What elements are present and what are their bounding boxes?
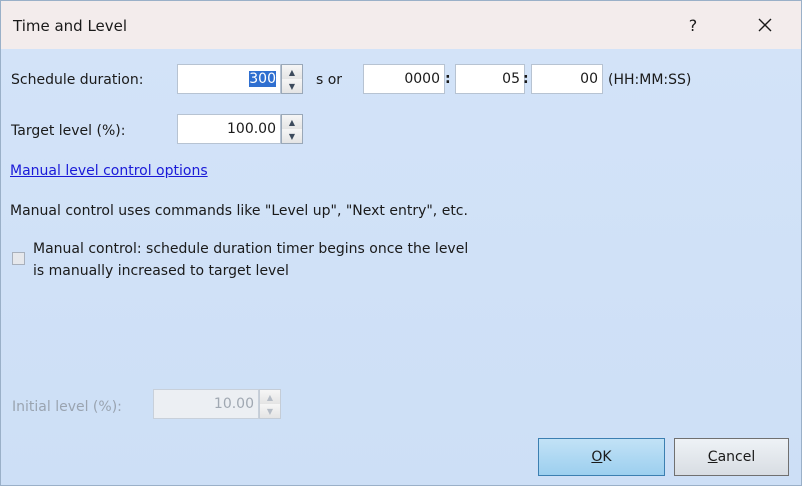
initial-level-spinner: ▲ ▼ bbox=[259, 389, 281, 419]
dialog-title: Time and Level bbox=[13, 17, 128, 35]
manual-control-checkbox-label-line2: is manually increased to target level bbox=[33, 263, 289, 279]
close-button[interactable] bbox=[743, 9, 787, 41]
cancel-button[interactable]: Cancel bbox=[674, 438, 789, 476]
hours-input[interactable]: 0000 bbox=[363, 64, 445, 94]
title-bar: Time and Level ? bbox=[1, 1, 801, 49]
spin-down-icon: ▼ bbox=[260, 404, 280, 418]
manual-level-control-link[interactable]: Manual level control options bbox=[10, 163, 208, 179]
seconds-input[interactable]: 00 bbox=[531, 64, 603, 94]
spin-down-icon[interactable]: ▼ bbox=[282, 79, 302, 93]
time-format-hint: (HH:MM:SS) bbox=[608, 72, 692, 88]
seconds-or-label: s or bbox=[316, 72, 343, 88]
minutes-seconds-separator: : bbox=[523, 71, 529, 87]
manual-control-description: Manual control uses commands like "Level… bbox=[10, 203, 468, 219]
time-and-level-dialog: Time and Level ? Schedule duration: 300 … bbox=[0, 0, 802, 486]
spin-up-icon: ▲ bbox=[260, 390, 280, 405]
initial-level-label: Initial level (%): bbox=[12, 399, 122, 415]
target-level-spinner[interactable]: ▲ ▼ bbox=[281, 114, 303, 144]
dialog-content: Schedule duration: 300 ▲ ▼ s or 0000 : 0… bbox=[1, 49, 801, 485]
initial-level-input: 10.00 bbox=[153, 389, 259, 419]
target-level-label: Target level (%): bbox=[11, 123, 126, 139]
spin-up-icon[interactable]: ▲ bbox=[282, 115, 302, 130]
ok-button[interactable]: OK bbox=[538, 438, 665, 476]
ok-mnemonic: O bbox=[591, 449, 603, 465]
duration-seconds-value: 300 bbox=[249, 71, 276, 87]
help-button[interactable]: ? bbox=[673, 9, 713, 41]
spin-up-icon[interactable]: ▲ bbox=[282, 65, 302, 80]
hours-minutes-separator: : bbox=[445, 71, 451, 87]
manual-control-checkbox[interactable] bbox=[12, 252, 25, 265]
schedule-duration-label: Schedule duration: bbox=[11, 72, 144, 88]
target-level-input[interactable]: 100.00 bbox=[177, 114, 281, 144]
cancel-label-rest: ancel bbox=[717, 449, 756, 465]
minutes-input[interactable]: 05 bbox=[455, 64, 525, 94]
duration-seconds-input[interactable]: 300 bbox=[177, 64, 281, 94]
spin-down-icon[interactable]: ▼ bbox=[282, 129, 302, 143]
ok-label-rest: K bbox=[602, 449, 612, 465]
close-icon bbox=[758, 18, 772, 32]
cancel-mnemonic: C bbox=[707, 449, 718, 465]
duration-seconds-spinner[interactable]: ▲ ▼ bbox=[281, 64, 303, 94]
manual-control-checkbox-label-line1: Manual control: schedule duration timer … bbox=[33, 241, 469, 257]
